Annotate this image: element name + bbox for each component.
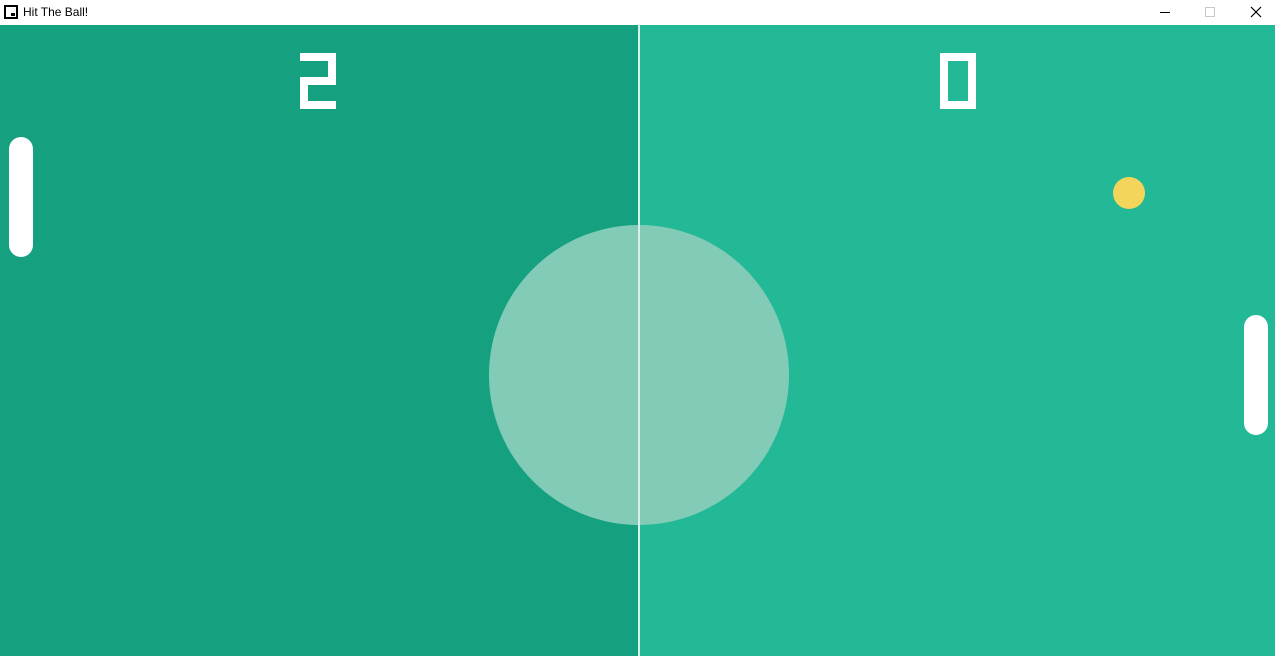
minimize-icon — [1160, 12, 1170, 13]
app-window-icon — [4, 5, 18, 19]
right-score: 0 — [928, 53, 988, 109]
close-icon — [1250, 6, 1262, 18]
left-score: 2 — [288, 53, 348, 109]
maximize-icon — [1205, 7, 1215, 17]
score-digit-segment — [968, 53, 976, 81]
score-digit-segment — [940, 81, 948, 109]
window-title: Hit The Ball! — [23, 5, 89, 19]
maximize-button[interactable] — [1187, 0, 1233, 25]
ball — [1113, 177, 1145, 209]
game-window: Hit The Ball! 2 0 — [0, 0, 1275, 656]
close-button[interactable] — [1233, 0, 1275, 25]
minimize-button[interactable] — [1142, 0, 1188, 25]
center-line — [638, 25, 640, 656]
game-field[interactable]: 2 0 — [0, 25, 1275, 656]
left-paddle[interactable] — [9, 137, 33, 257]
right-paddle[interactable] — [1244, 315, 1268, 435]
score-digit-segment — [300, 81, 308, 109]
title-bar[interactable]: Hit The Ball! — [0, 0, 1275, 25]
score-digit-segment — [328, 53, 336, 81]
score-digit-segment — [940, 53, 948, 81]
